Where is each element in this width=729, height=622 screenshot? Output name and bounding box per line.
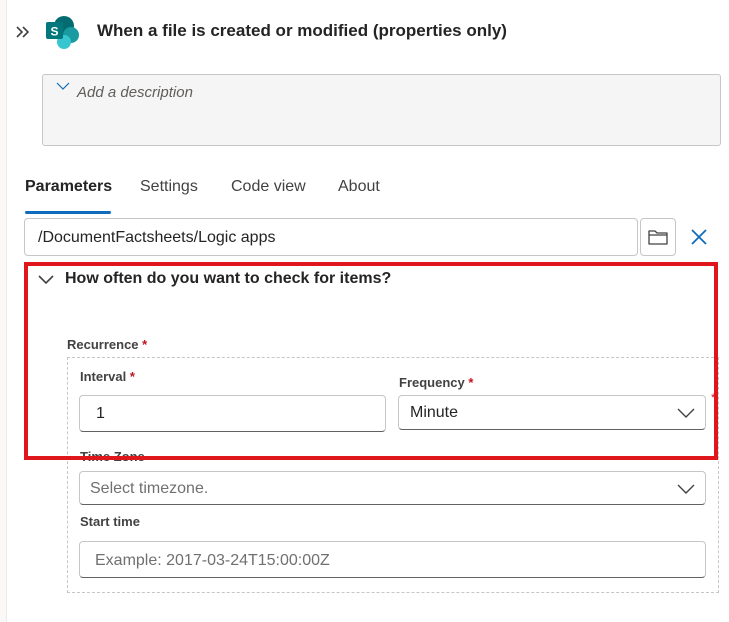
section-title[interactable]: How often do you want to check for items… bbox=[65, 270, 391, 288]
frequency-side-required-mark: * bbox=[711, 392, 716, 404]
required-mark: * bbox=[142, 337, 148, 352]
start-time-placeholder: Example: 2017-03-24T15:00:00Z bbox=[95, 552, 330, 569]
sharepoint-logo-letter: S bbox=[50, 25, 58, 39]
trigger-title[interactable]: When a file is created or modified (prop… bbox=[97, 21, 507, 41]
interval-label: Interval * bbox=[80, 369, 135, 384]
timezone-dropdown[interactable]: Select timezone. bbox=[79, 471, 706, 505]
clear-folder-button[interactable] bbox=[686, 224, 712, 250]
frequency-value: Minute bbox=[410, 404, 459, 421]
required-mark: * bbox=[468, 375, 474, 390]
description-field[interactable]: Add a description bbox=[42, 74, 721, 146]
collapse-panel-icon[interactable] bbox=[14, 22, 34, 42]
recurrence-label: Recurrence * bbox=[67, 337, 147, 352]
active-tab-indicator bbox=[25, 211, 111, 214]
browse-folder-button[interactable] bbox=[640, 218, 676, 256]
chevron-down-icon bbox=[677, 484, 695, 494]
folder-icon bbox=[648, 230, 668, 245]
recurrence-label-text: Recurrence bbox=[67, 337, 139, 352]
interval-value: 1 bbox=[96, 405, 105, 422]
chevron-down-icon bbox=[677, 408, 695, 418]
frequency-label: Frequency * bbox=[399, 375, 473, 390]
start-time-label: Start time bbox=[80, 514, 140, 529]
timezone-placeholder: Select timezone. bbox=[90, 480, 209, 497]
close-icon bbox=[691, 229, 707, 245]
tab-settings[interactable]: Settings bbox=[140, 178, 198, 196]
interval-label-text: Interval bbox=[80, 369, 127, 384]
required-mark: * bbox=[129, 369, 135, 384]
tab-parameters[interactable]: Parameters bbox=[25, 178, 112, 196]
tab-about[interactable]: About bbox=[338, 178, 380, 196]
tab-code-view[interactable]: Code view bbox=[231, 178, 306, 196]
interval-input[interactable]: 1 bbox=[79, 395, 386, 432]
folder-path-value: /DocumentFactsheets/Logic apps bbox=[38, 229, 276, 246]
left-panel-edge bbox=[0, 0, 7, 622]
start-time-input[interactable]: Example: 2017-03-24T15:00:00Z bbox=[79, 541, 706, 578]
chevron-down-icon bbox=[56, 82, 70, 90]
sharepoint-logo-icon: S bbox=[44, 14, 80, 50]
frequency-label-text: Frequency bbox=[399, 375, 465, 390]
folder-path-input[interactable]: /DocumentFactsheets/Logic apps bbox=[24, 218, 638, 256]
frequency-dropdown[interactable]: Minute bbox=[398, 395, 706, 430]
description-placeholder: Add a description bbox=[77, 84, 193, 101]
section-collapse-chevron-icon[interactable] bbox=[37, 273, 55, 287]
timezone-label: Time Zone bbox=[80, 449, 145, 464]
